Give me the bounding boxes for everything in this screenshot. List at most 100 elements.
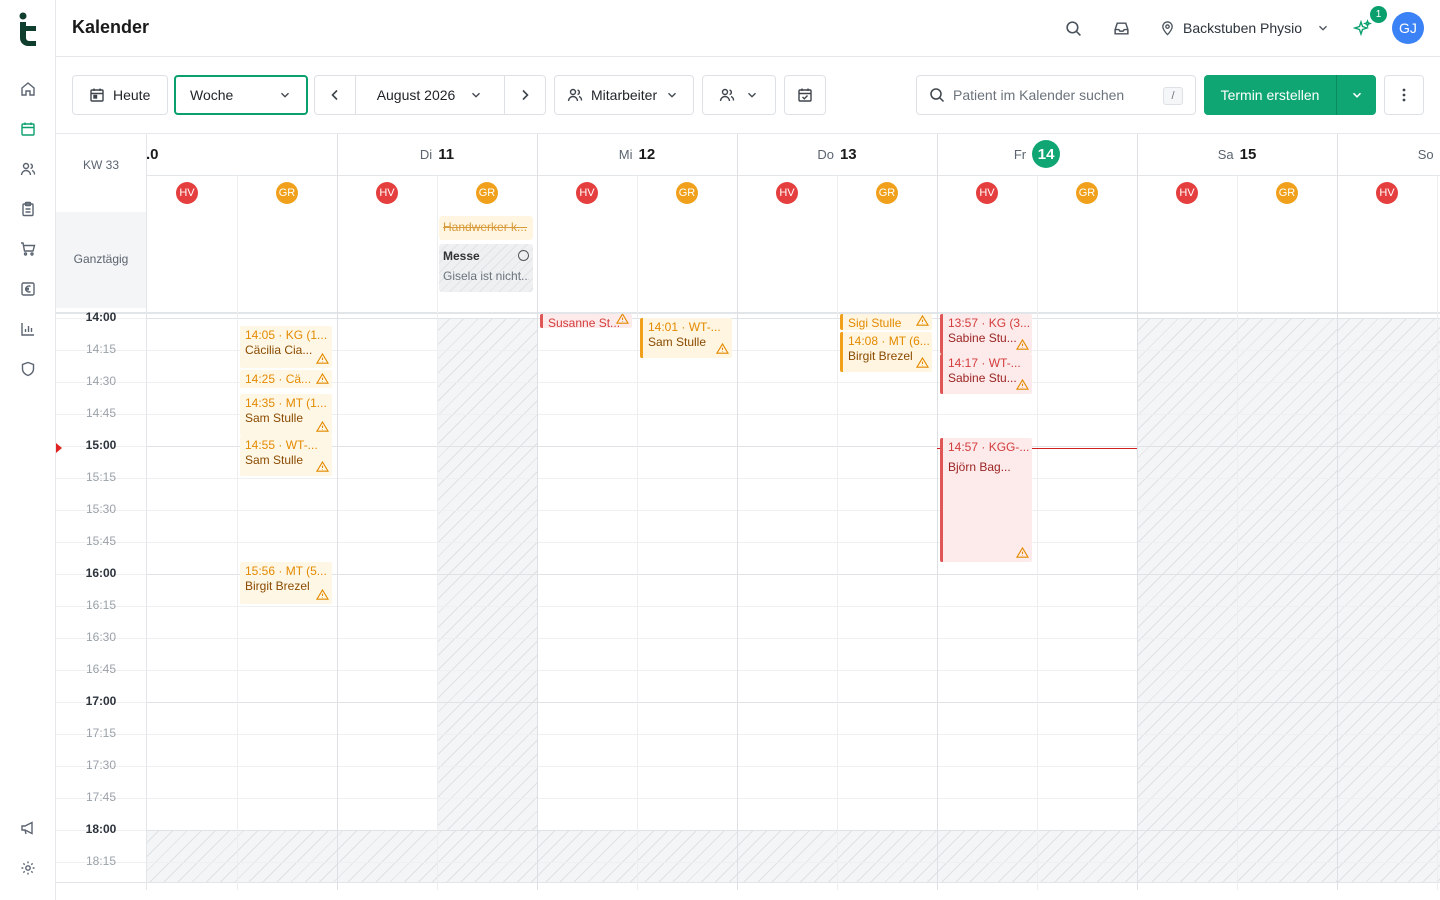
staff-badge[interactable]: GR <box>1276 182 1298 204</box>
day-header[interactable]: Fr 14 <box>937 134 1137 174</box>
slot-line <box>146 542 1440 543</box>
day-header[interactable]: Mi 12 <box>537 134 737 174</box>
today-button[interactable]: Heute <box>72 75 168 115</box>
slot-line <box>146 382 1440 383</box>
more-options-button[interactable] <box>1384 75 1424 115</box>
time-label: 17:30 <box>85 758 117 772</box>
search-shortcut-hint: / <box>1163 87 1183 105</box>
appointment[interactable]: 15:56 · MT (5... Birgit Brezel <box>240 562 332 604</box>
appointment[interactable]: 13:57 · KG (3... Sabine Stu... <box>940 314 1032 354</box>
month-picker[interactable]: August 2026 <box>356 87 504 103</box>
week-label: KW 33 <box>82 158 119 172</box>
day-number: 11 <box>438 145 455 163</box>
staff-badge[interactable]: HV <box>176 182 198 204</box>
cart-icon[interactable] <box>17 238 39 260</box>
day-header[interactable]: Sa 15 <box>1137 134 1337 174</box>
appointment[interactable]: 14:57 · KGG-... Björn Bag... <box>940 438 1032 562</box>
appointment[interactable]: Sigi Stulle <box>840 314 932 330</box>
appointment[interactable]: 14:17 · WT-... Sabine Stu... <box>940 354 1032 394</box>
warning-icon <box>915 356 930 369</box>
appointment-time: 13:57 · KG (3... <box>948 316 1031 330</box>
day-number: 13 <box>839 145 857 163</box>
time-label: 16:00 <box>85 566 117 580</box>
appointment[interactable]: 14:01 · WT-... Sam Stulle <box>640 318 732 358</box>
warning-icon <box>915 314 930 327</box>
statistics-icon[interactable] <box>17 318 39 340</box>
calendar-settings-button[interactable] <box>784 75 826 115</box>
allday-event[interactable]: Messe Gisela ist nicht... <box>439 244 533 292</box>
slot-line <box>146 830 1440 831</box>
date-navigator: August 2026 <box>314 75 546 115</box>
appointment[interactable]: 14:05 · KG (1... Cäcilia Cia... <box>240 326 332 368</box>
warning-icon <box>715 342 730 355</box>
time-label: 18:00 <box>85 822 117 836</box>
view-select[interactable]: Woche <box>174 75 308 115</box>
time-label: 17:45 <box>85 790 117 804</box>
day-divider <box>537 134 538 890</box>
search-icon[interactable] <box>1063 18 1083 38</box>
staff-filter[interactable]: Mitarbeiter <box>554 75 694 115</box>
settings-icon[interactable] <box>17 857 39 879</box>
avatar[interactable]: GJ <box>1392 12 1424 44</box>
inbox-icon[interactable] <box>1111 18 1131 38</box>
slot-line <box>146 670 1440 671</box>
appointment[interactable]: 14:55 · WT-... Sam Stulle <box>240 436 332 476</box>
patient-search-input[interactable]: Patient im Kalender suchen / <box>916 75 1196 115</box>
app-logo[interactable] <box>18 12 38 46</box>
staff-badge[interactable]: HV <box>776 182 798 204</box>
staff-badge[interactable]: HV <box>576 182 598 204</box>
staff-badge[interactable]: GR <box>676 182 698 204</box>
next-week-button[interactable] <box>504 76 545 114</box>
staff-divider <box>1437 175 1438 890</box>
allday-event[interactable]: Handwerker k... <box>439 216 533 240</box>
calendar-icon[interactable] <box>17 118 39 140</box>
warning-icon <box>315 372 330 385</box>
group-filter[interactable] <box>702 75 776 115</box>
day-divider <box>1337 134 1338 890</box>
appointment[interactable]: 14:35 · MT (1... Sam Stulle <box>240 394 332 436</box>
slot-line <box>146 574 1440 575</box>
staff-badge[interactable]: HV <box>1376 182 1398 204</box>
slot-line <box>146 798 1440 799</box>
users-icon <box>567 88 583 102</box>
appointment-time: 14:08 · MT (6... <box>848 334 930 348</box>
day-header[interactable]: Do 13 <box>737 134 937 174</box>
staff-badge[interactable]: HV <box>376 182 398 204</box>
euro-icon[interactable] <box>17 278 39 300</box>
create-options-button[interactable] <box>1336 75 1376 115</box>
appointment[interactable]: 14:08 · MT (6... Birgit Brezel <box>840 332 932 372</box>
sparkle-icon[interactable] <box>1353 18 1373 38</box>
warning-icon <box>1015 338 1030 351</box>
chevron-down-icon <box>472 92 481 98</box>
previous-week-button[interactable] <box>315 76 356 114</box>
create-appointment-button[interactable]: Termin erstellen <box>1204 75 1336 115</box>
staff-badge[interactable]: GR <box>876 182 898 204</box>
warning-icon <box>315 460 330 473</box>
appointment[interactable]: Susanne St... <box>540 314 632 328</box>
appointment-time: 15:56 · MT (5... <box>245 564 327 578</box>
staff-divider <box>1037 175 1038 890</box>
location-selector[interactable]: Backstuben Physio <box>1160 18 1330 38</box>
patients-icon[interactable] <box>17 158 39 180</box>
day-header[interactable]: So16 <box>1337 134 1440 174</box>
header-divider <box>146 175 1440 176</box>
megaphone-icon[interactable] <box>17 817 39 839</box>
clipboard-icon[interactable] <box>17 198 39 220</box>
home-icon[interactable] <box>17 78 39 100</box>
staff-badge[interactable]: GR <box>1076 182 1098 204</box>
appointment[interactable]: 14:25 · Cä... <box>240 370 332 388</box>
day-header[interactable]: .0 <box>146 134 337 174</box>
slot-line <box>146 702 1440 703</box>
staff-badge[interactable]: GR <box>476 182 498 204</box>
shield-icon[interactable] <box>17 358 39 380</box>
staff-badge[interactable]: HV <box>976 182 998 204</box>
allday-divider <box>56 312 1440 314</box>
allday-label: Ganztägig <box>73 252 129 266</box>
day-header[interactable]: Di 11 <box>337 134 537 174</box>
warning-icon <box>315 352 330 365</box>
slot-line <box>146 862 1440 863</box>
chevron-down-icon <box>281 92 289 98</box>
staff-badge[interactable]: GR <box>276 182 298 204</box>
staff-badge[interactable]: HV <box>1176 182 1198 204</box>
slot-line <box>146 478 1440 479</box>
